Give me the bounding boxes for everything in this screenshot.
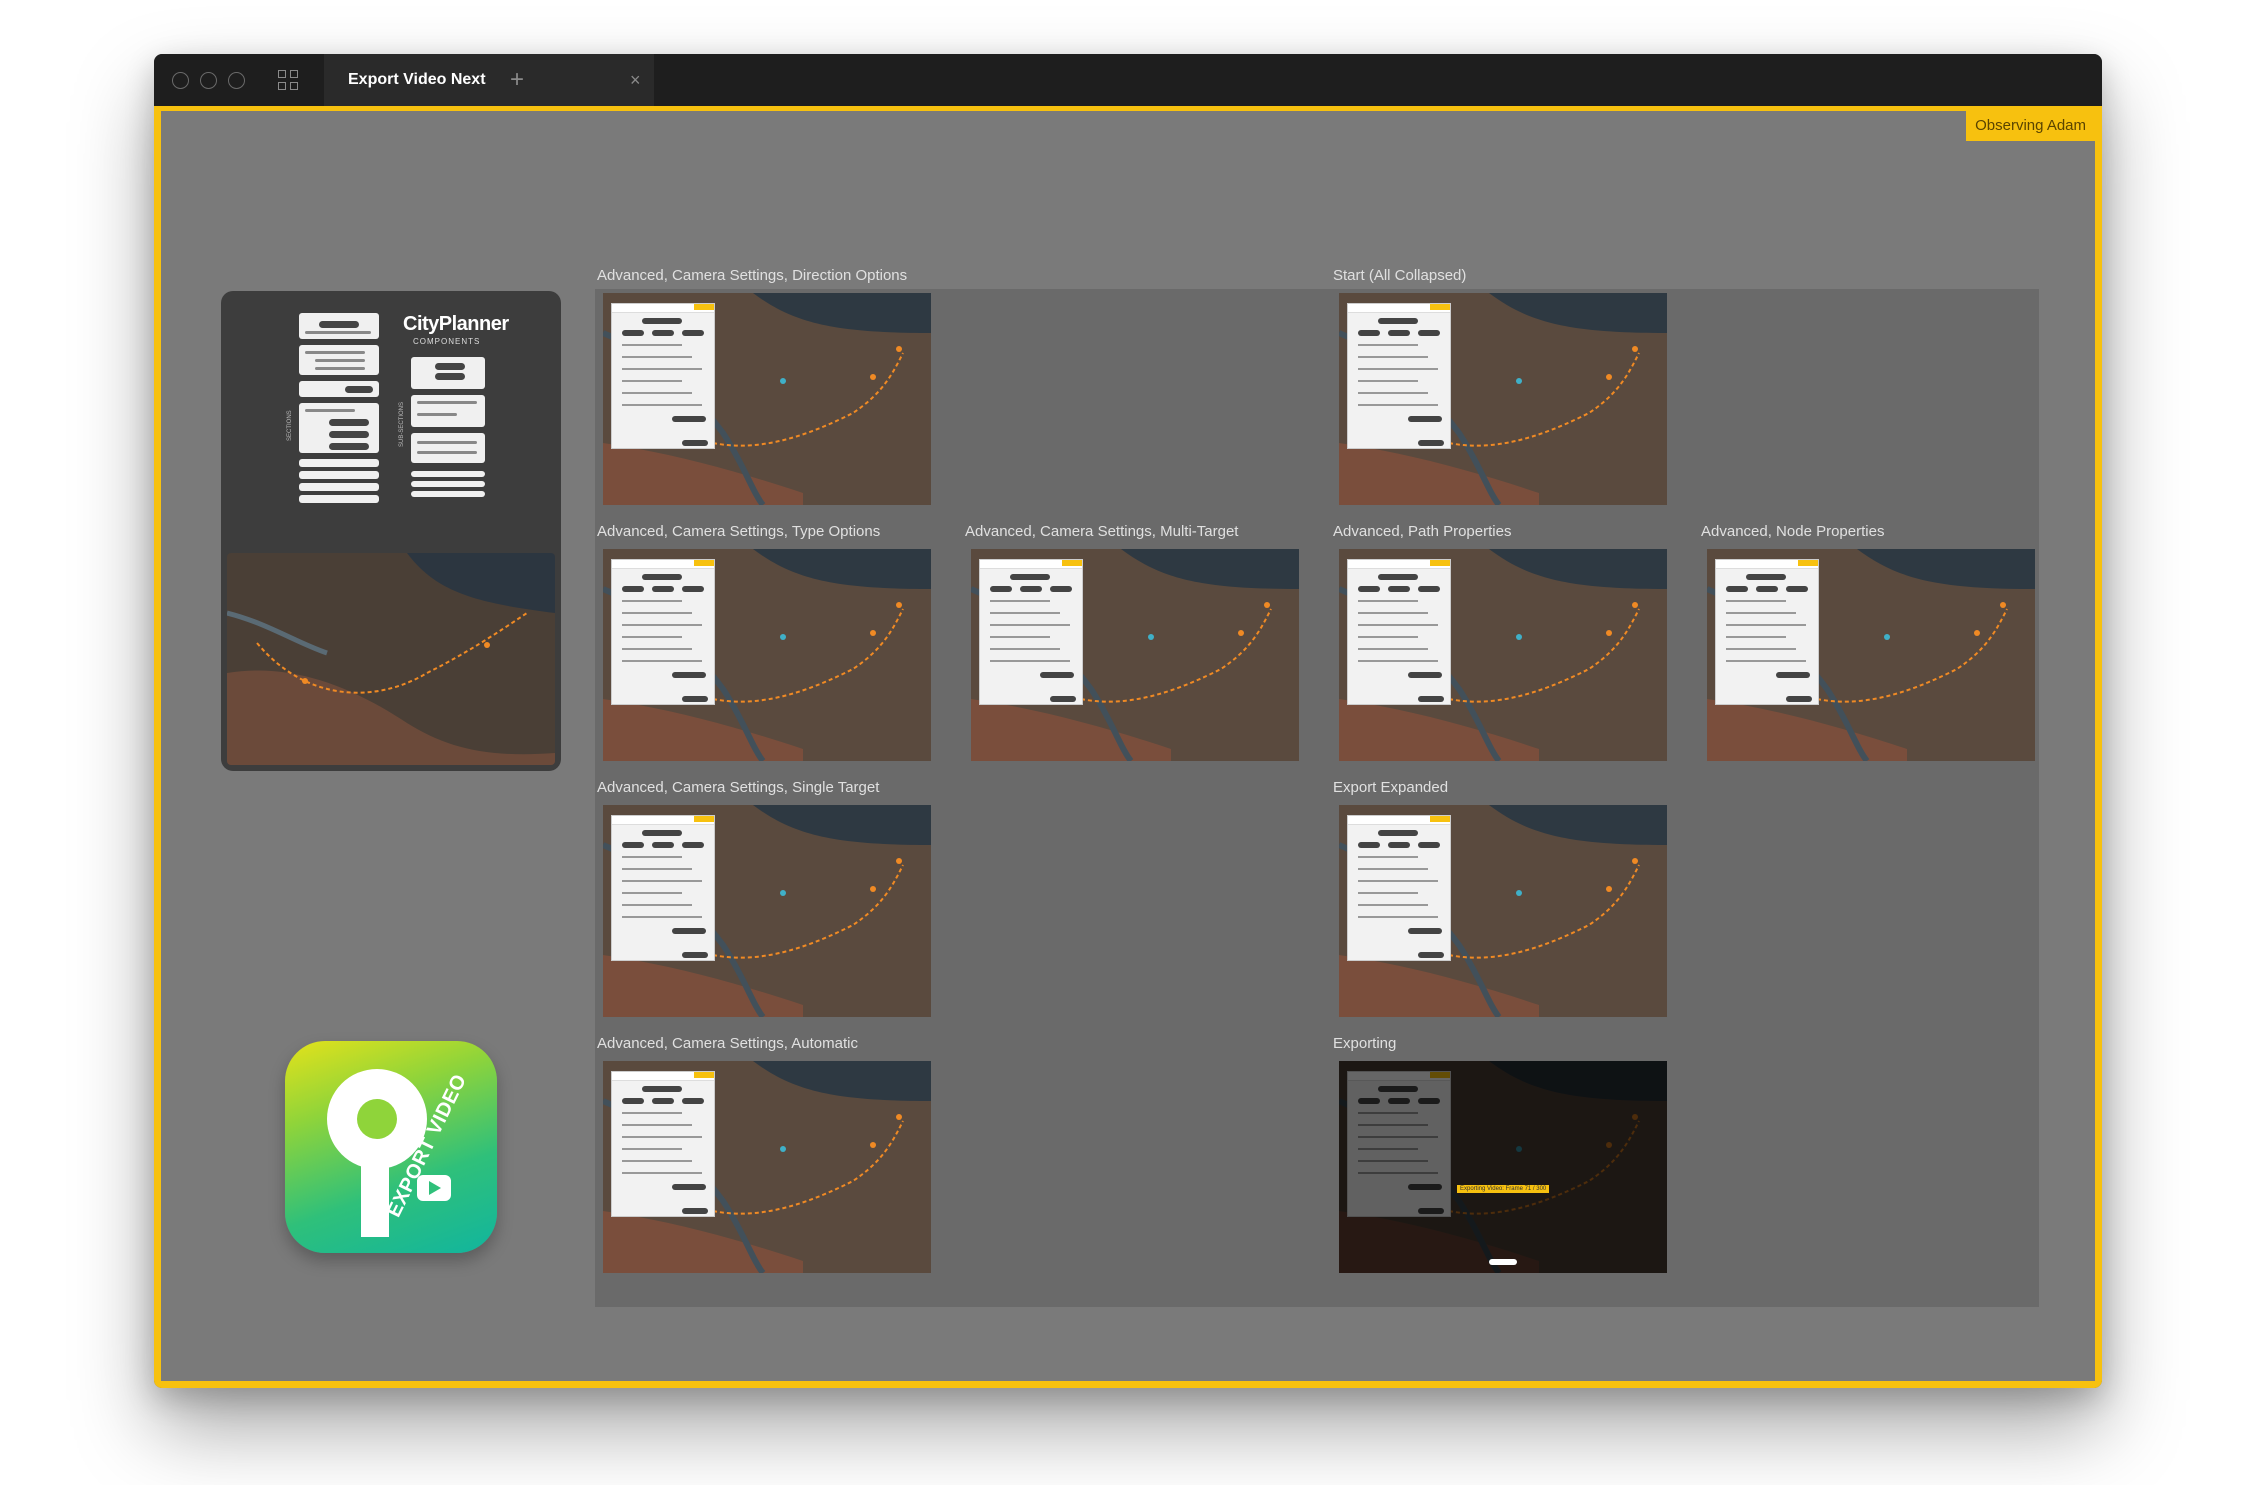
frame-thumbnail[interactable]	[603, 549, 931, 761]
subsections-label: SUB-SECTIONS	[399, 401, 405, 447]
ui-panel-preview	[611, 559, 715, 705]
frame-thumbnail[interactable]	[603, 805, 931, 1017]
frame-label-export-expanded: Export Expanded	[1333, 779, 1449, 796]
component-preview	[299, 313, 379, 339]
frame-label-start-collapsed: Start (All Collapsed)	[1333, 267, 1467, 284]
zoom-window-button[interactable]	[228, 72, 245, 89]
export-cancel-button[interactable]	[1489, 1259, 1517, 1265]
tab-title: Export Video Next	[348, 71, 486, 88]
ui-panel-preview	[611, 303, 715, 449]
frame-label-node-properties: Advanced, Node Properties	[1701, 523, 1885, 540]
ui-panel-preview	[611, 815, 715, 961]
design-canvas[interactable]: Observing Adam CityPlanner COMPONENTS SE…	[154, 106, 2102, 1388]
export-progress-status: Exporting Video: Frame 71 / 300	[1457, 1185, 1550, 1193]
frame-thumbnail[interactable]	[971, 549, 1299, 761]
frame-thumbnail[interactable]	[603, 293, 931, 505]
frame-label-single-target: Advanced, Camera Settings, Single Target	[597, 779, 880, 796]
ui-panel-preview	[1715, 559, 1819, 705]
frame-thumbnail[interactable]	[1339, 805, 1667, 1017]
frame-label-type-options: Advanced, Camera Settings, Type Options	[597, 523, 881, 540]
app-window: Export Video Next × + Observing Adam Cit…	[154, 54, 2102, 1388]
frame-thumbnail[interactable]	[603, 1061, 931, 1273]
tab-export-video-next[interactable]: Export Video Next ×	[324, 54, 654, 106]
ui-panel-preview	[1347, 559, 1451, 705]
minimize-window-button[interactable]	[200, 72, 217, 89]
observing-badge: Observing Adam	[1966, 111, 2095, 141]
ui-panel-preview	[1347, 303, 1451, 449]
frame-label-exporting: Exporting	[1333, 1035, 1397, 1052]
exporting-overlay	[1339, 1061, 1667, 1273]
frame-thumbnail[interactable]	[1339, 549, 1667, 761]
frame-label-path-properties: Advanced, Path Properties	[1333, 523, 1512, 540]
export-video-app-icon: EXPORT VIDEO	[285, 1041, 497, 1253]
ui-panel-preview	[1347, 815, 1451, 961]
components-map-preview	[227, 553, 555, 765]
ui-panel-preview	[979, 559, 1083, 705]
close-window-button[interactable]	[172, 72, 189, 89]
sections-label: SECTIONS	[287, 410, 293, 441]
frame-label-automatic: Advanced, Camera Settings, Automatic	[597, 1035, 858, 1052]
cityplanner-logo: CityPlanner	[403, 313, 509, 335]
frame-thumbnail[interactable]	[1707, 549, 2035, 761]
frame-thumbnail[interactable]: Exporting Video: Frame 71 / 300	[1339, 1061, 1667, 1273]
frame-label-direction-options: Advanced, Camera Settings, Direction Opt…	[597, 267, 908, 284]
add-tab-icon[interactable]: +	[510, 66, 524, 94]
components-subtitle: COMPONENTS	[413, 337, 481, 346]
frame-thumbnail[interactable]	[1339, 293, 1667, 505]
close-tab-icon[interactable]: ×	[630, 54, 641, 106]
grid-icon[interactable]	[278, 70, 300, 92]
ui-panel-preview	[611, 1071, 715, 1217]
components-panel[interactable]: CityPlanner COMPONENTS SECTIONS SUB-SECT…	[221, 291, 561, 771]
title-bar: Export Video Next × +	[154, 54, 2102, 106]
frame-label-multi-target: Advanced, Camera Settings, Multi-Target	[965, 523, 1239, 540]
